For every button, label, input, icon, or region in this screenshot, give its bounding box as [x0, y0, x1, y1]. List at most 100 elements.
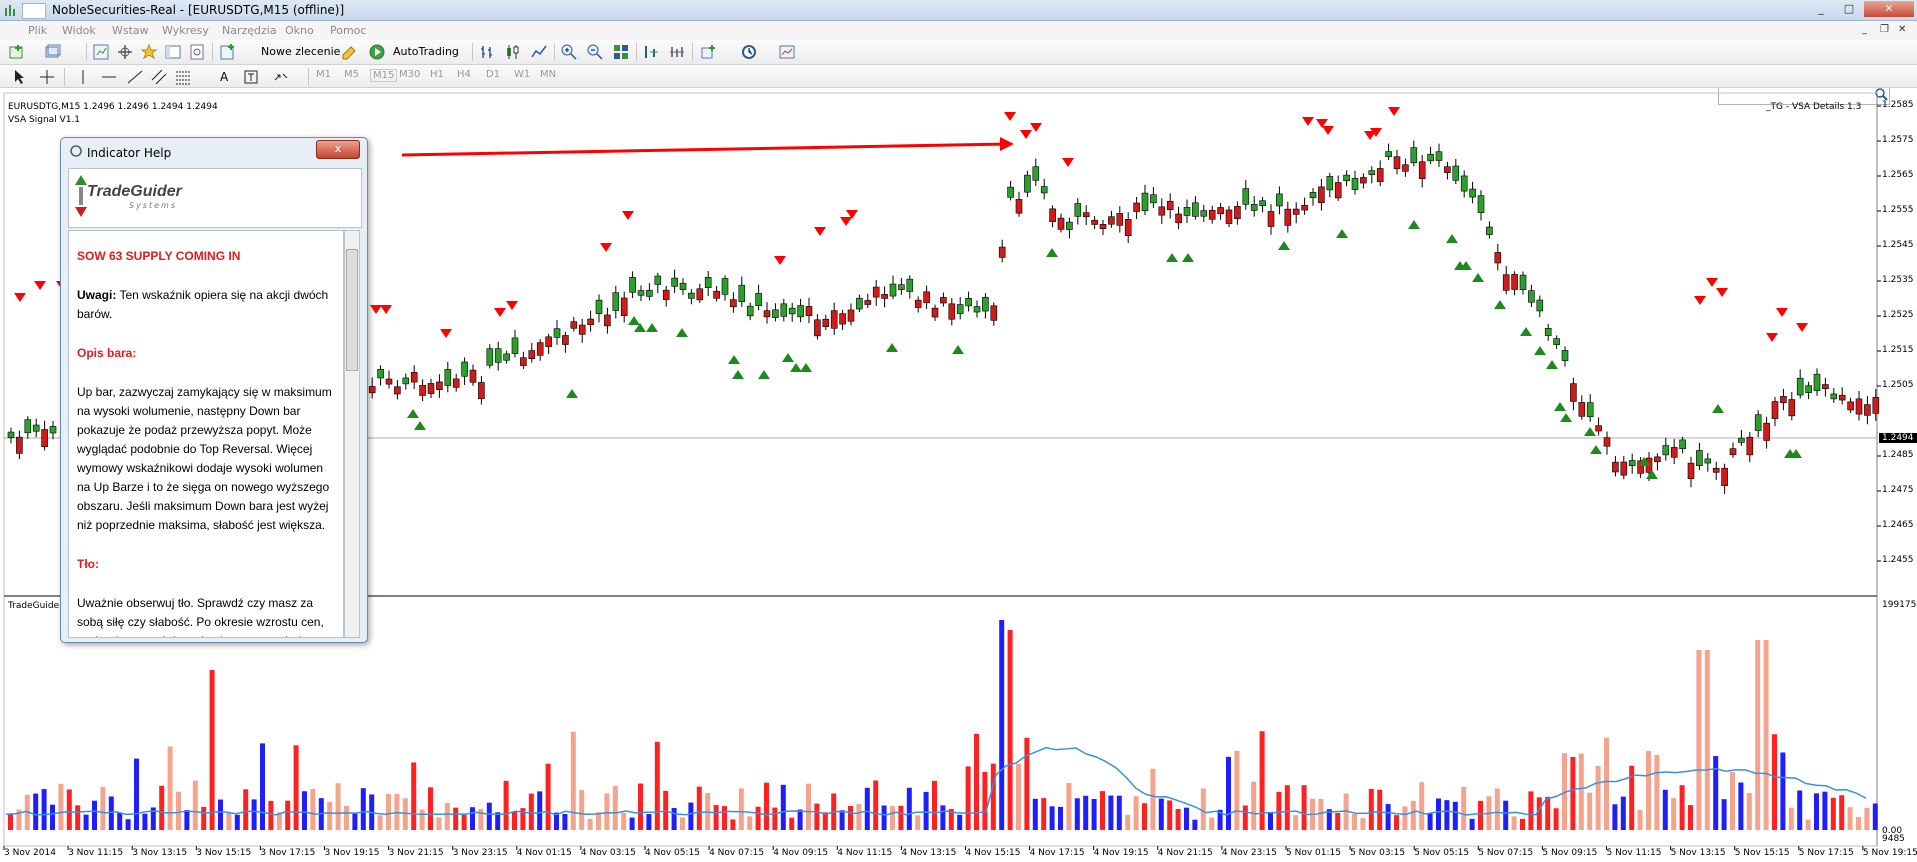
indicators-icon[interactable]	[700, 43, 718, 61]
price-tick-label: 1.2555	[1882, 205, 1914, 215]
volume-bar	[764, 782, 769, 830]
dialog-close-button[interactable]: x	[316, 140, 360, 159]
candlestick-icon[interactable]	[504, 43, 522, 61]
candle	[772, 309, 779, 318]
metaeditor-icon[interactable]	[340, 43, 358, 61]
volume-bar	[293, 745, 299, 830]
volume-bar	[1200, 788, 1206, 830]
horizontal-line-icon[interactable]	[100, 68, 118, 86]
mdi-minimize-button[interactable]: _	[1862, 24, 1867, 35]
mdi-close-button[interactable]: ✕	[1898, 24, 1906, 35]
periods-icon[interactable]	[740, 43, 758, 61]
profiles-icon[interactable]	[44, 43, 62, 61]
toolbar-separator	[308, 68, 309, 86]
help-text-area[interactable]: SOW 63 SUPPLY COMING IN Uwagi: Ten wskaź…	[68, 230, 344, 638]
indicator-name: VSA Signal V1.1	[8, 115, 81, 125]
indicator-help-dialog[interactable]: Indicator Help x TradeGuider Systems SOW…	[60, 137, 368, 643]
volume-bar	[1570, 756, 1576, 830]
data-window-icon[interactable]	[116, 43, 134, 61]
market-watch-icon[interactable]	[92, 43, 110, 61]
volume-bar	[1713, 756, 1719, 830]
templates-icon[interactable]	[778, 43, 796, 61]
tf-d1[interactable]: D1	[486, 69, 500, 80]
zoom-in-icon[interactable]	[560, 43, 578, 61]
zoom-out-icon[interactable]	[586, 43, 604, 61]
strategy-tester-icon[interactable]	[188, 43, 206, 61]
arrows-icon[interactable]	[272, 68, 290, 86]
bullish-signal-icon	[782, 353, 794, 362]
autotrading-icon[interactable]	[368, 43, 386, 61]
tf-mn[interactable]: MN	[540, 69, 556, 80]
candle	[1628, 460, 1636, 466]
volume-bar	[1284, 785, 1290, 830]
candle	[553, 328, 561, 338]
tf-m5[interactable]: M5	[344, 69, 359, 80]
bar-chart-icon[interactable]	[478, 43, 496, 61]
chart-shift-icon[interactable]	[642, 43, 660, 61]
candle	[444, 369, 452, 386]
fibonacci-icon[interactable]	[174, 68, 192, 86]
line-chart-icon[interactable]	[530, 43, 548, 61]
volume-bar	[990, 763, 996, 830]
minimize-button[interactable]: _	[1808, 1, 1834, 17]
menu-wstaw[interactable]: Wstaw	[112, 24, 149, 37]
text-tool-icon[interactable]: A	[218, 68, 228, 86]
menu-wykresy[interactable]: Wykresy	[162, 24, 209, 37]
candle	[562, 335, 569, 345]
autoscroll-icon[interactable]	[668, 43, 686, 61]
new-order-button[interactable]: Nowe zlecenie	[259, 43, 340, 61]
bearish-signal-icon	[1302, 117, 1314, 126]
menu-widok[interactable]: Widok	[62, 24, 96, 37]
vertical-line-icon[interactable]	[74, 68, 92, 86]
cursor-icon[interactable]	[10, 68, 28, 86]
volume-bar	[1318, 798, 1324, 830]
autotrading-button[interactable]: AutoTrading	[391, 43, 459, 61]
volume-bar	[1746, 793, 1752, 830]
candle	[1175, 213, 1182, 224]
time-tick-label: 4 Nov 23:15	[1221, 848, 1277, 858]
candle	[881, 294, 888, 299]
new-order-icon[interactable]	[218, 43, 236, 61]
bullish-signal-icon	[566, 389, 578, 398]
bullish-signal-icon	[1560, 413, 1572, 422]
tf-m30[interactable]: M30	[399, 69, 420, 80]
maximize-button[interactable]: □	[1836, 1, 1862, 17]
candle	[469, 369, 477, 383]
trendline-icon[interactable]	[126, 68, 144, 86]
menu-plik[interactable]: Plik	[28, 24, 47, 37]
volume-bar	[1368, 788, 1374, 830]
close-button[interactable]: ✕	[1864, 1, 1914, 17]
candle	[839, 313, 846, 325]
tf-m15[interactable]: M15	[370, 69, 398, 82]
channel-icon[interactable]	[150, 68, 168, 86]
time-tick-label: 4 Nov 13:15	[901, 848, 957, 858]
candle	[612, 292, 620, 311]
crosshair-icon[interactable]	[38, 68, 56, 86]
bullish-signal-icon	[790, 363, 802, 372]
tile-windows-icon[interactable]	[612, 43, 630, 61]
candle	[1670, 447, 1678, 458]
menu-okno[interactable]: Okno	[285, 24, 314, 37]
volume-bar	[1394, 815, 1399, 830]
menu-narzedzia[interactable]: Narzędzia	[222, 24, 277, 37]
tf-w1[interactable]: W1	[514, 69, 530, 80]
scrollbar-thumb[interactable]	[346, 249, 358, 371]
terminal-icon[interactable]	[164, 43, 182, 61]
menu-pomoc[interactable]: Pomoc	[330, 24, 366, 37]
candle	[713, 290, 720, 299]
help-scrollbar[interactable]	[344, 230, 360, 638]
tf-h4[interactable]: H4	[457, 69, 471, 80]
tf-m1[interactable]: M1	[316, 69, 331, 80]
tf-h1[interactable]: H1	[430, 69, 444, 80]
mdi-restore-button[interactable]: ❐	[1880, 24, 1889, 35]
navigator-icon[interactable]	[140, 43, 158, 61]
text-label-icon[interactable]	[242, 68, 260, 86]
volume-bar	[974, 733, 979, 830]
candle	[629, 277, 636, 293]
new-chart-icon[interactable]	[8, 43, 26, 61]
candle	[864, 300, 872, 305]
candle	[1536, 299, 1544, 312]
candle	[1292, 208, 1300, 215]
bearish-signal-icon	[1030, 123, 1042, 132]
candle	[1242, 188, 1250, 205]
